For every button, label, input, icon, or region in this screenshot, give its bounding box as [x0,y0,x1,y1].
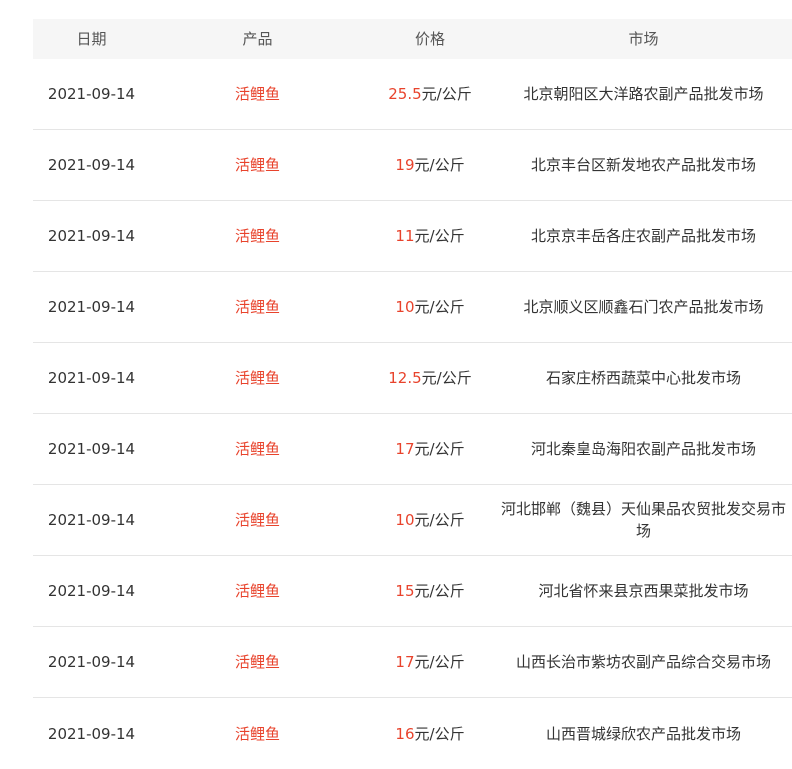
row-product[interactable]: 活鲤鱼 [150,723,365,745]
price-value: 17 [395,440,415,458]
product-link[interactable]: 活鲤鱼 [235,653,280,671]
price-value: 12.5 [388,369,422,387]
row-date: 2021-09-14 [47,653,136,671]
row-product[interactable]: 活鲤鱼 [150,154,365,176]
price-value: 10 [395,298,415,316]
price-unit: 元/公斤 [421,85,472,103]
row-market: 山西晋城绿欣农产品批发市场 [545,724,741,743]
table-row: 2021-09-14 活鲤鱼 10元/公斤 北京顺义区顺鑫石门农产品批发市场 [33,272,792,343]
row-product[interactable]: 活鲤鱼 [150,225,365,247]
row-price: 15元/公斤 [365,580,495,602]
row-price: 11元/公斤 [365,225,495,247]
price-value: 11 [395,227,415,245]
row-product[interactable]: 活鲤鱼 [150,651,365,673]
price-value: 16 [395,724,415,743]
table-row: 2021-09-14 活鲤鱼 10元/公斤 河北邯郸（魏县）天仙果品农贸批发交易市场 [33,485,792,556]
row-price: 10元/公斤 [365,509,495,531]
table-row: 2021-09-14 活鲤鱼 11元/公斤 北京京丰岳各庄农副产品批发市场 [33,201,792,272]
row-date: 2021-09-14 [47,440,136,458]
price-unit: 元/公斤 [414,156,465,174]
row-market: 北京顺义区顺鑫石门农产品批发市场 [523,298,764,316]
row-date: 2021-09-14 [47,582,136,600]
row-product[interactable]: 活鲤鱼 [150,367,365,389]
product-link[interactable]: 活鲤鱼 [235,227,280,245]
row-date: 2021-09-14 [47,227,136,245]
row-date: 2021-09-14 [47,85,136,103]
price-value: 25.5 [388,85,422,103]
row-price: 17元/公斤 [365,651,495,673]
table-row: 2021-09-14 活鲤鱼 17元/公斤 山西长治市紫坊农副产品综合交易市场 [33,627,792,698]
row-market: 北京丰台区新发地农产品批发市场 [530,156,756,174]
header-price: 价格 [414,30,445,48]
row-product[interactable]: 活鲤鱼 [150,509,365,531]
row-market: 石家庄桥西蔬菜中心批发市场 [545,369,741,387]
row-product[interactable]: 活鲤鱼 [150,580,365,602]
header-date: 日期 [76,30,107,48]
product-link[interactable]: 活鲤鱼 [235,85,280,103]
price-unit: 元/公斤 [421,369,472,387]
price-unit: 元/公斤 [414,511,465,529]
table-body: 2021-09-14 活鲤鱼 25.5元/公斤 北京朝阳区大洋路农副产品批发市场 202… [33,59,792,769]
table-header: 日期 产品 价格 市场 [33,19,792,59]
table-row: 2021-09-14 活鲤鱼 12.5元/公斤 石家庄桥西蔬菜中心批发市场 [33,343,792,414]
product-link[interactable]: 活鲤鱼 [235,511,280,529]
table-row: 2021-09-14 活鲤鱼 15元/公斤 河北省怀来县京西果菜批发市场 [33,556,792,627]
table-row: 2021-09-14 活鲤鱼 17元/公斤 河北秦皇岛海阳农副产品批发市场 [33,414,792,485]
header-market: 市场 [628,30,659,48]
row-market: 北京朝阳区大洋路农副产品批发市场 [523,85,764,103]
row-date: 2021-09-14 [47,369,136,387]
row-product[interactable]: 活鲤鱼 [150,83,365,105]
price-value: 15 [395,582,415,600]
row-market: 河北省怀来县京西果菜批发市场 [538,582,749,600]
product-link[interactable]: 活鲤鱼 [235,440,280,458]
row-price: 17元/公斤 [365,438,495,460]
table-row: 2021-09-14 活鲤鱼 19元/公斤 北京丰台区新发地农产品批发市场 [33,130,792,201]
row-date: 2021-09-14 [47,298,136,316]
price-unit: 元/公斤 [414,298,465,316]
row-market: 山西长治市紫坊农副产品综合交易市场 [515,653,771,671]
product-link[interactable]: 活鲤鱼 [235,582,280,600]
row-price: 25.5元/公斤 [365,83,495,105]
row-product[interactable]: 活鲤鱼 [150,438,365,460]
product-link[interactable]: 活鲤鱼 [235,369,280,387]
price-value: 17 [395,653,415,671]
price-unit: 元/公斤 [414,440,465,458]
row-market: 北京京丰岳各庄农副产品批发市场 [530,227,756,245]
row-market: 河北秦皇岛海阳农副产品批发市场 [530,440,756,458]
row-price: 19元/公斤 [365,154,495,176]
row-date: 2021-09-14 [47,156,136,174]
table-row: 2021-09-14 活鲤鱼 25.5元/公斤 北京朝阳区大洋路农副产品批发市场 [33,59,792,130]
header-product: 产品 [242,30,273,48]
price-unit: 元/公斤 [414,724,465,743]
price-value: 19 [395,156,415,174]
price-unit: 元/公斤 [414,653,465,671]
product-link[interactable]: 活鲤鱼 [235,298,280,316]
table-row: 2021-09-14 活鲤鱼 16元/公斤 山西晋城绿欣农产品批发市场 [33,698,792,769]
row-date: 2021-09-14 [47,724,136,743]
product-link[interactable]: 活鲤鱼 [235,725,280,743]
product-link[interactable]: 活鲤鱼 [235,156,280,174]
price-table: 日期 产品 价格 市场 2021-09-14 活鲤鱼 25.5元/公斤 北京朝阳区大洋… [33,19,792,769]
row-price: 10元/公斤 [365,296,495,318]
row-product[interactable]: 活鲤鱼 [150,296,365,318]
row-date: 2021-09-14 [47,511,136,529]
price-unit: 元/公斤 [414,582,465,600]
row-market: 河北邯郸（魏县）天仙果品农贸批发交易市场 [500,500,786,540]
price-value: 10 [395,511,415,529]
row-price: 12.5元/公斤 [365,367,495,389]
price-unit: 元/公斤 [414,227,465,245]
row-price: 16元/公斤 [365,723,495,745]
